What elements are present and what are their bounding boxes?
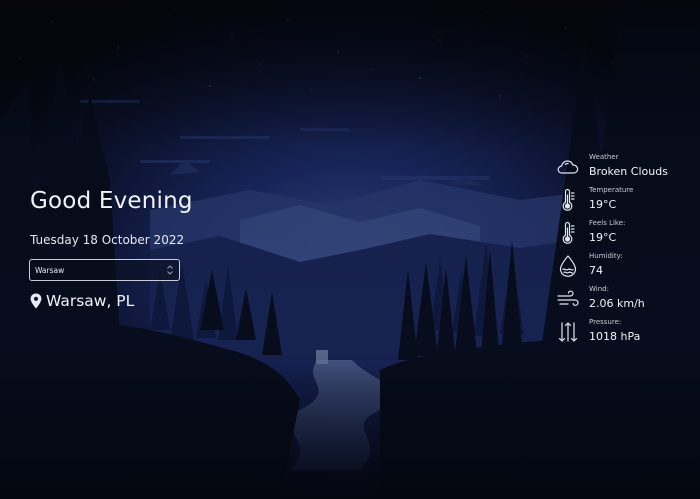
wind-label: Wind: xyxy=(589,285,609,293)
wind-icon xyxy=(557,290,579,306)
thermometer-icon xyxy=(562,221,575,244)
city-select[interactable]: Warsaw xyxy=(29,259,180,281)
humidity-value: 74 xyxy=(589,264,603,277)
pressure-row: Pressure: 1018 hPa xyxy=(554,317,694,349)
weather-value: Broken Clouds xyxy=(589,165,668,178)
greeting-heading: Good Evening xyxy=(30,188,193,214)
wind-row: Wind: 2.06 km/h xyxy=(554,284,694,316)
city-select-value: Warsaw xyxy=(35,265,65,275)
humidity-drop-icon xyxy=(559,255,577,277)
feels-like-row: Feels Like: 19°C xyxy=(554,218,694,250)
temperature-row: Temperature 19°C xyxy=(554,185,694,217)
location: Warsaw, PL xyxy=(30,292,134,310)
pressure-value: 1018 hPa xyxy=(589,330,641,343)
wind-value: 2.06 km/h xyxy=(589,297,645,310)
pressure-arrows-icon xyxy=(558,322,578,342)
current-date: Tuesday 18 October 2022 xyxy=(30,233,185,247)
cloud-icon xyxy=(557,160,579,174)
temperature-label: Temperature xyxy=(589,186,634,194)
feels-like-label: Feels Like: xyxy=(589,219,626,227)
humidity-label: Humidity: xyxy=(589,252,623,260)
weather-app: Good Evening Tuesday 18 October 2022 War… xyxy=(0,0,700,499)
weather-row: Weather Broken Clouds xyxy=(554,152,694,184)
select-arrow-icon xyxy=(167,265,173,275)
thermometer-icon xyxy=(562,188,575,211)
location-text: Warsaw, PL xyxy=(46,292,135,310)
temperature-value: 19°C xyxy=(589,198,617,211)
pressure-label: Pressure: xyxy=(589,318,622,326)
map-pin-icon xyxy=(30,293,42,309)
humidity-row: Humidity: 74 xyxy=(554,251,694,283)
weather-label: Weather xyxy=(589,153,619,161)
feels-like-value: 19°C xyxy=(589,231,617,244)
